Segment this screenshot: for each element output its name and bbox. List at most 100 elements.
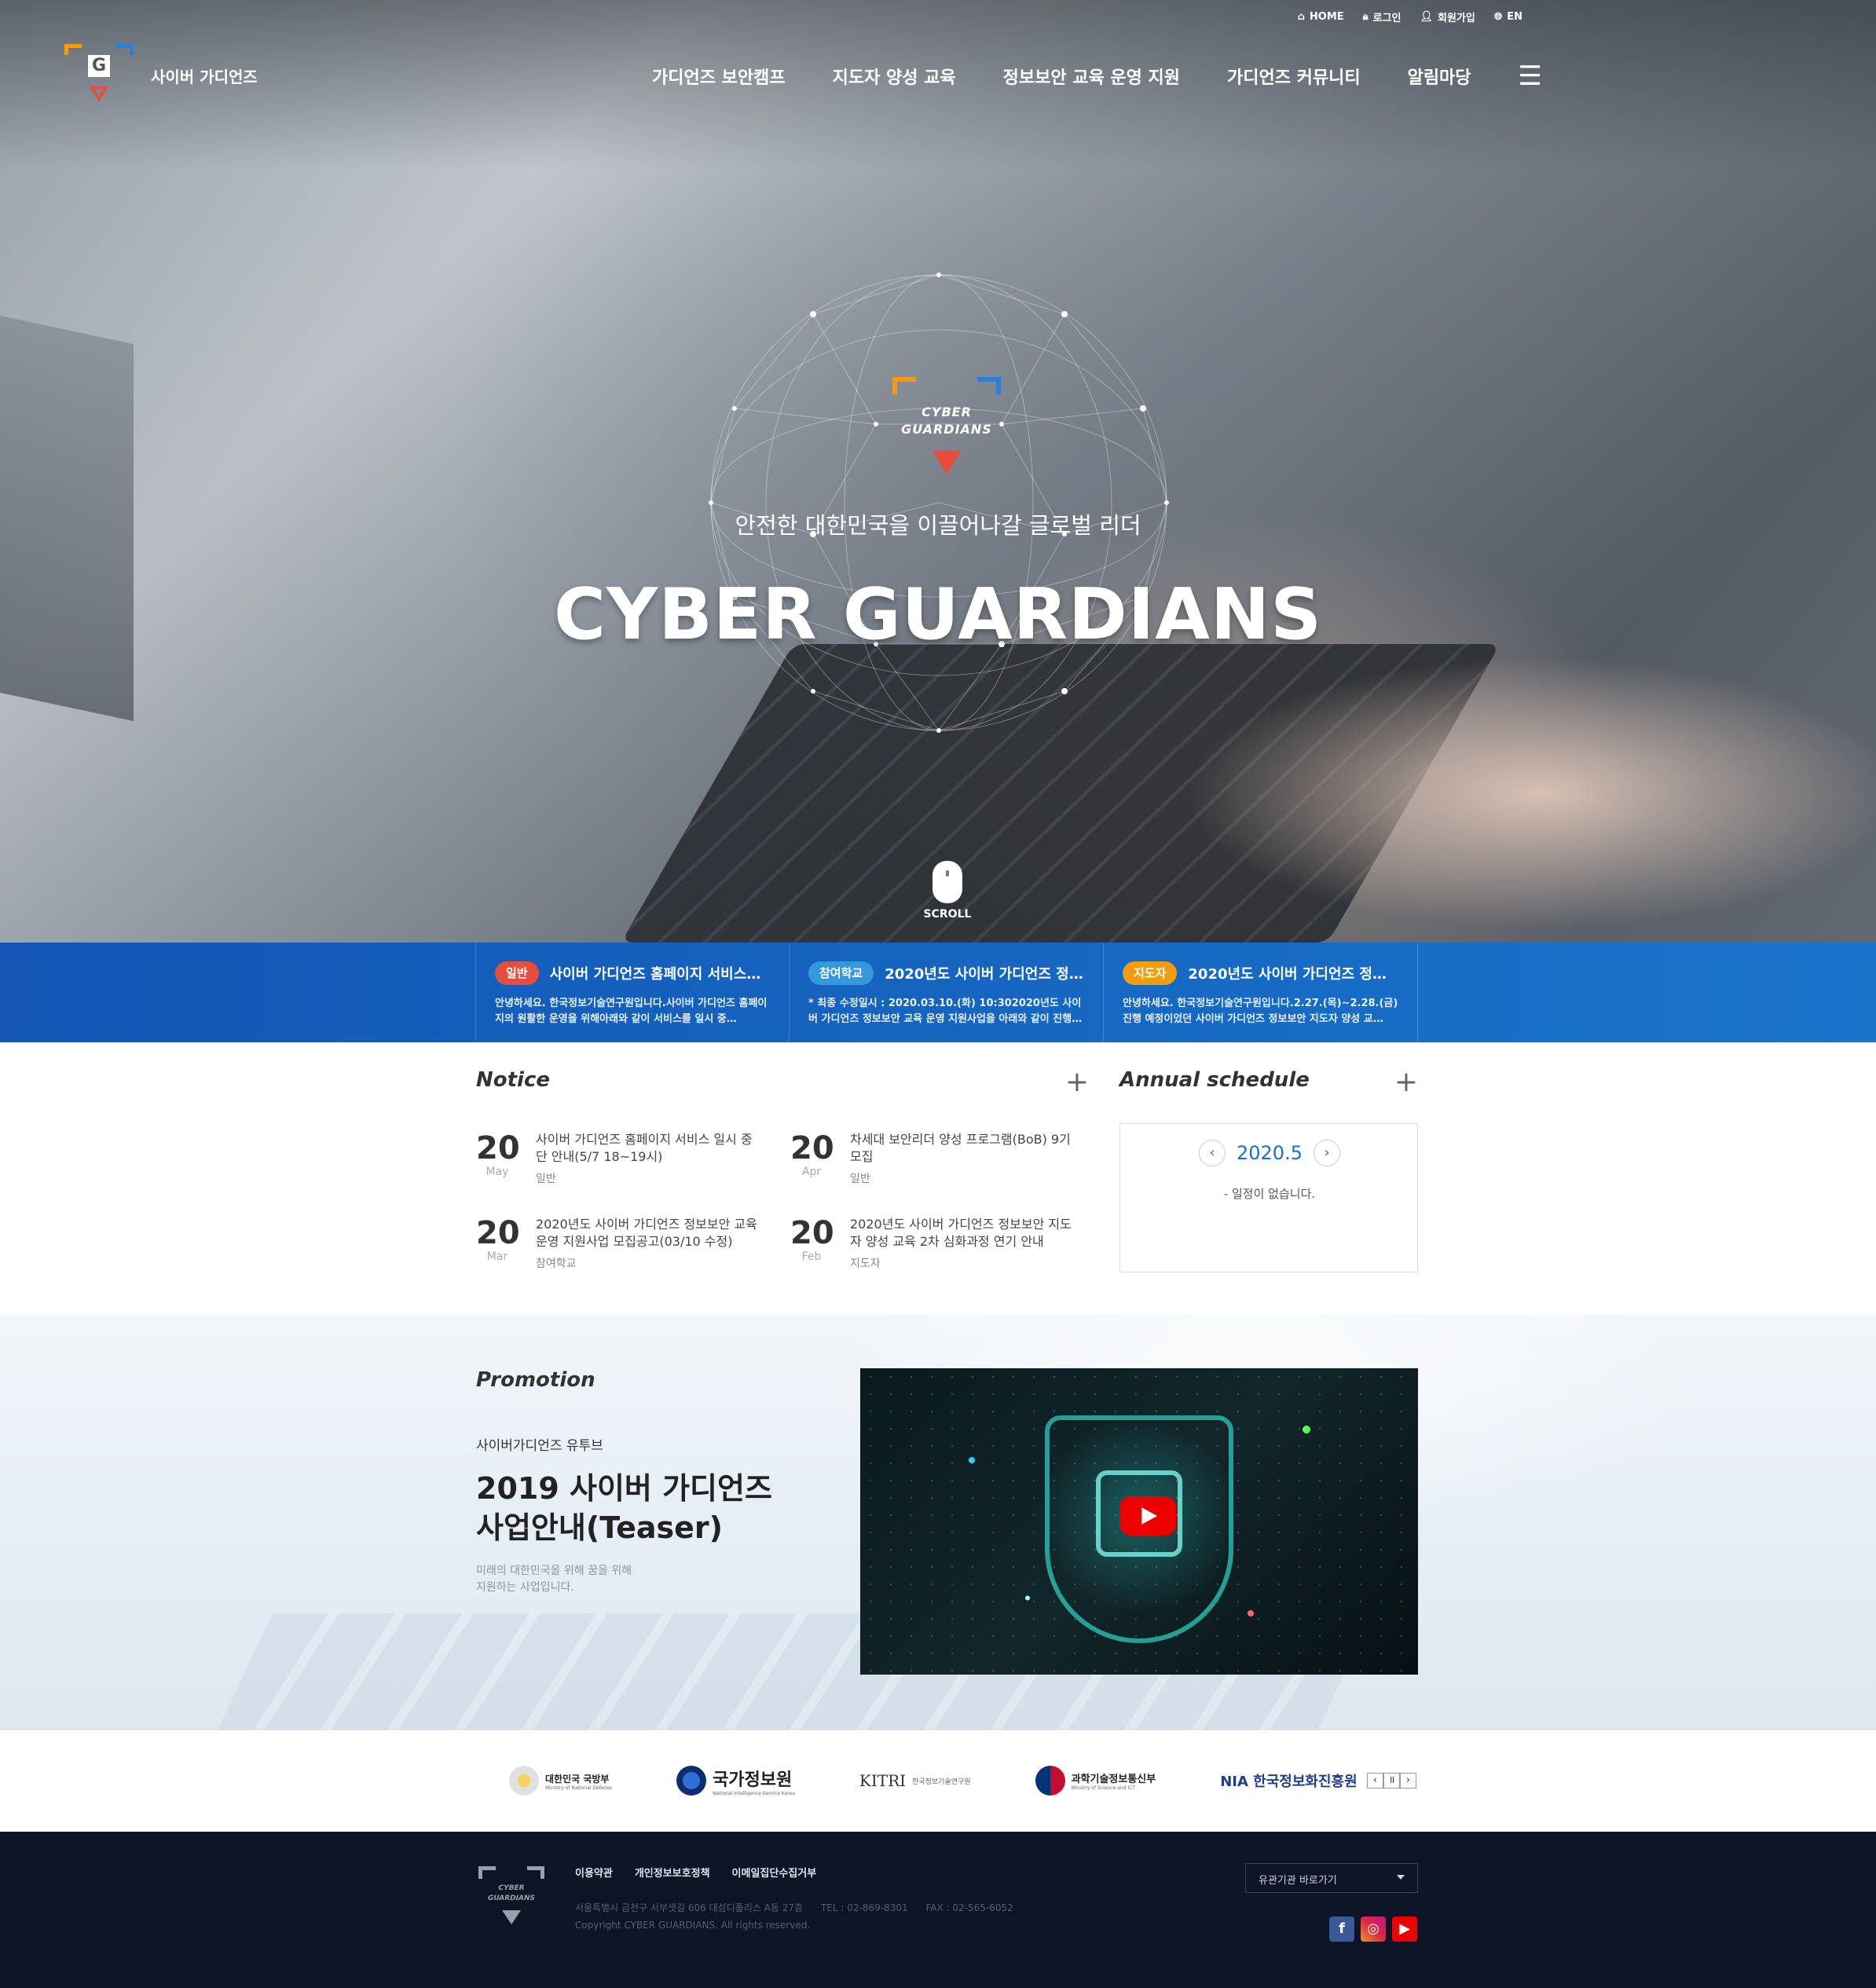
promotion-section: Promotion 사이버가디언즈 유투브 2019 사이버 가디언즈 사업안내… [0, 1315, 1876, 1730]
partner-name: 과학기술정보통신부 [1071, 1774, 1156, 1785]
promotion-title: Promotion [476, 1368, 595, 1392]
footer-links: 이용약관 개인정보보호정책 이메일집단수집거부 [575, 1865, 816, 1880]
category-badge: 일반 [495, 961, 539, 985]
language-link[interactable]: 🌐︎ EN [1494, 11, 1522, 23]
featured-news-item[interactable]: 참여학교 2020년도 사이버 가디언즈 정… * 최종 수정일시 : 2020… [790, 943, 1104, 1042]
network-globe-graphic [709, 273, 1169, 733]
carousel-pause-icon[interactable]: ॥ [1383, 1773, 1400, 1788]
news-summary: * 최종 수정일시 : 2020.03.10.(화) 10:302020년도 사… [808, 998, 1083, 1025]
promotion-description: 미래의 대한민국을 위해 꿈을 위해 지원하는 사업입니다. [476, 1563, 632, 1596]
promotion-description-line-1: 미래의 대한민국을 위해 꿈을 위해 [476, 1565, 632, 1577]
notice-month: Mar [486, 1250, 508, 1263]
prev-month-chevron-left-icon[interactable]: ‹ [1199, 1140, 1226, 1166]
notice-item-title: 사이버 가디언즈 홈페이지 서비스 일시 중단 안내(5/7 18~19시) [536, 1132, 753, 1164]
scroll-indicator[interactable]: SCROLL [916, 861, 979, 921]
partner-logo-mnd[interactable]: 대한민국 국방부 Ministry of National Defense [509, 1765, 612, 1796]
footer-logo-text-2: GUARDIANS [488, 1895, 535, 1902]
notice-title: Notice [476, 1068, 551, 1092]
partner-name: 국가정보원 [713, 1770, 793, 1790]
partner-carousel-controls: ‹ ॥ › [1367, 1773, 1416, 1788]
email-refusal-link[interactable]: 이메일집단수집거부 [732, 1865, 817, 1880]
partner-sub: Ministry of Science and ICT [1071, 1785, 1135, 1791]
youtube-icon[interactable]: ▶ [1392, 1917, 1417, 1942]
related-sites-label: 유관기관 바로가기 [1259, 1875, 1337, 1887]
footer-info: 서울특별시 금천구 서부샛길 606 대성디폴리스 A동 27층 TEL : 0… [575, 1899, 1013, 1934]
notice-item[interactable]: 20 May 사이버 가디언즈 홈페이지 서비스 일시 중단 안내(5/7 18~… [476, 1131, 790, 1186]
scroll-label: SCROLL [923, 908, 972, 921]
schedule-empty-message: - 일정이 없습니다. [1223, 1187, 1316, 1201]
related-sites-select[interactable]: 유관기관 바로가기 [1245, 1863, 1418, 1893]
nav-notice-board[interactable]: 알림마당 [1408, 64, 1471, 89]
carousel-next-chevron-right-icon[interactable]: › [1400, 1773, 1416, 1788]
partner-logo-nis[interactable]: 국가정보원 National Intelligence Service Korea [676, 1765, 795, 1796]
schedule-month: 2020.5 [1237, 1142, 1303, 1164]
featured-news-item[interactable]: 일반 사이버 가디언즈 홈페이지 서비스 … 안녕하세요. 한국정보기술연구원입… [476, 943, 790, 1042]
nav-education-support[interactable]: 정보보안 교육 운영 지원 [1003, 64, 1180, 89]
facebook-icon[interactable]: f [1329, 1917, 1354, 1942]
partner-sub: 한국정보기술연구원 [912, 1777, 971, 1786]
notice-category: 일반 [850, 1173, 870, 1185]
category-badge: 참여학교 [808, 961, 874, 985]
partner-logo-msit[interactable]: 과학기술정보통신부 Ministry of Science and ICT [1035, 1765, 1156, 1796]
carousel-prev-chevron-left-icon[interactable]: ‹ [1367, 1773, 1383, 1788]
featured-news-strip: 일반 사이버 가디언즈 홈페이지 서비스 … 안녕하세요. 한국정보기술연구원입… [0, 943, 1876, 1042]
utility-nav: ⌂ HOME 🔒︎ 로그인 👤︎ 회원가입 🌐︎ EN [1298, 9, 1522, 24]
home-link[interactable]: ⌂ HOME [1298, 11, 1344, 23]
news-summary: 안녕하세요. 한국정보기술연구원입니다.사이버 가디언즈 홈페이지의 원활한 운… [495, 998, 768, 1025]
globe-icon: 🌐︎ [1493, 11, 1503, 23]
youtube-video-player[interactable] [860, 1368, 1418, 1675]
lock-icon: 🔒︎ [1362, 11, 1369, 23]
logo-text: 사이버 가디언즈 [151, 67, 258, 86]
promotion-headline-line-1: 2019 사이버 가디언즈 [476, 1471, 772, 1506]
notice-month: May [485, 1166, 509, 1178]
terms-link[interactable]: 이용약관 [575, 1865, 613, 1880]
partner-logo-nia[interactable]: NIA 한국정보화진흥원 [1220, 1765, 1357, 1796]
nis-emblem-icon [676, 1766, 707, 1796]
next-month-chevron-right-icon[interactable]: › [1313, 1140, 1340, 1166]
page: ⌂ HOME 🔒︎ 로그인 👤︎ 회원가입 🌐︎ EN G 사이버 가디언즈 가디언즈 … [0, 0, 1876, 1988]
language-label: EN [1507, 11, 1522, 23]
site-logo[interactable]: G 사이버 가디언즈 [61, 42, 258, 108]
news-summary: 안녕하세요. 한국정보기술연구원입니다.2.27.(목)~2.28.(금) 진행… [1123, 998, 1398, 1025]
mnd-emblem-icon [509, 1766, 539, 1796]
news-title: 사이버 가디언즈 홈페이지 서비스 … [549, 966, 762, 983]
schedule-title: Annual schedule [1119, 1068, 1310, 1092]
partner-logo-kitri[interactable]: KITRI 한국정보기술연구원 [859, 1765, 971, 1796]
notice-item[interactable]: 20 Mar 2020년도 사이버 가디언즈 정보보안 교육 운영 지원사업 모집… [476, 1216, 790, 1271]
notice-more-plus-icon[interactable]: + [1065, 1068, 1089, 1097]
cyber-guardians-emblem: CYBER GUARDIANS [888, 369, 1006, 479]
partner-name: NIA 한국정보화진흥원 [1220, 1774, 1358, 1790]
notice-month: Apr [801, 1166, 822, 1178]
annual-schedule-section: Annual schedule + ‹ 2020.5 › - 일정이 없습니다. [1119, 1068, 1418, 1272]
notice-item[interactable]: 20 Apr 차세대 보안리더 양성 프로그램(BoB) 9기 모집 일반 [790, 1131, 1089, 1186]
footer-address: 서울특별시 금천구 서부샛길 606 대성디폴리스 A동 27층 TEL : 0… [575, 1902, 1013, 1913]
signup-label: 회원가입 [1437, 13, 1475, 24]
promotion-subtitle: 사이버가디언즈 유투브 [476, 1438, 603, 1454]
promotion-headline: 2019 사이버 가디언즈 사업안내(Teaser) [476, 1469, 772, 1547]
notice-month: Feb [801, 1250, 822, 1263]
notice-item[interactable]: 20 Feb 2020년도 사이버 가디언즈 정보보안 지도자 양성 교육 2차 … [790, 1216, 1089, 1271]
notice-category: 지도자 [850, 1258, 881, 1270]
schedule-calendar-box: ‹ 2020.5 › - 일정이 없습니다. [1119, 1123, 1418, 1272]
login-link[interactable]: 🔒︎ 로그인 [1363, 9, 1402, 24]
notice-category: 일반 [536, 1173, 556, 1185]
home-icon: ⌂ [1297, 11, 1305, 23]
home-label: HOME [1309, 11, 1344, 23]
partner-name: KITRI [859, 1771, 907, 1790]
nav-leader-training[interactable]: 지도자 양성 교육 [833, 64, 956, 89]
nav-community[interactable]: 가디언즈 커뮤니티 [1227, 64, 1361, 89]
notice-day: 20 [790, 1215, 834, 1251]
schedule-more-plus-icon[interactable]: + [1394, 1068, 1418, 1097]
featured-news-item[interactable]: 지도자 2020년도 사이버 가디언즈 정보… 안녕하세요. 한국정보기술연구원… [1104, 943, 1418, 1042]
nav-security-camp[interactable]: 가디언즈 보안캠프 [652, 64, 786, 89]
instagram-icon[interactable]: ◎ [1361, 1917, 1386, 1942]
privacy-policy-link[interactable]: 개인정보보호정책 [635, 1865, 710, 1880]
signup-link[interactable]: 👤︎ 회원가입 [1420, 9, 1475, 24]
emblem-text-2: GUARDIANS [901, 422, 992, 437]
youtube-play-icon[interactable] [1119, 1496, 1176, 1536]
user-icon: 👤︎ [1420, 11, 1433, 23]
notice-day: 20 [790, 1130, 834, 1166]
footer-copyright: Copyright CYBER GUARDIANS. All rights re… [575, 1920, 811, 1931]
notice-day: 20 [476, 1130, 520, 1166]
hamburger-menu-icon[interactable]: ☰ [1519, 63, 1542, 90]
